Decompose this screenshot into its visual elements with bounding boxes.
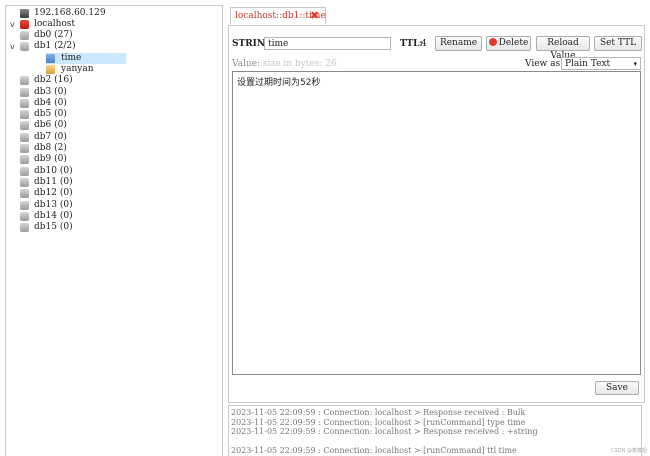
tab-bar: localhost::db1::time ✖ [228, 5, 645, 26]
reload-value-button[interactable]: Reload Value [536, 36, 590, 61]
key-name-input[interactable]: time [264, 37, 391, 50]
database-icon [20, 31, 29, 40]
tree-db-label: db9 (0) [34, 154, 67, 165]
database-icon [20, 121, 29, 131]
database-icon [20, 166, 29, 176]
database-icon [20, 177, 29, 187]
log-line: 2023-11-05 22:09:59 : Connection: localh… [231, 427, 538, 436]
close-icon[interactable]: ✖ [310, 10, 321, 21]
database-icon [20, 87, 29, 97]
database-icon [20, 76, 29, 86]
watermark: CSDN @筱筱姐 [611, 448, 647, 454]
ttl-label: TTL: [400, 39, 423, 49]
tree-db-label: db1 (2/2) [34, 41, 76, 52]
chevron-down-icon[interactable]: v [10, 19, 18, 30]
ttl-value: 4 [421, 39, 427, 49]
delete-icon [488, 38, 497, 46]
dropdown-arrow-icon: ▾ [633, 60, 637, 68]
tree-db-label: db4 (0) [34, 97, 67, 108]
database-icon [20, 155, 29, 165]
tree-db-label: db11 (0) [34, 176, 73, 187]
set-ttl-button[interactable]: Set TTL [594, 36, 642, 51]
tree-key-item[interactable]: yanyan [46, 64, 126, 75]
tree-db-label: db3 (0) [34, 86, 67, 97]
key-icon [46, 53, 55, 63]
delete-button[interactable]: Delete [486, 36, 531, 51]
value-size: size in bytes: 26 [262, 59, 337, 69]
tree-db-label: db10 (0) [34, 165, 73, 176]
tree-key-item[interactable]: time [46, 52, 126, 64]
database-icon [20, 132, 29, 142]
tree-key-label: time [61, 52, 82, 63]
key-icon [46, 64, 55, 74]
view-as-label: View as: [525, 59, 564, 69]
tree-key-label: yanyan [61, 63, 94, 74]
tree-db-label: db14 (0) [34, 210, 73, 221]
tree-db-label: db15 (0) [34, 222, 73, 233]
tree-db-label: db0 (27) [34, 30, 73, 40]
database-icon [20, 98, 29, 108]
tree-db-label: db5 (0) [34, 109, 67, 120]
redis-icon [20, 20, 29, 29]
log-line: 2023-11-05 22:09:59 : Connection: localh… [231, 408, 526, 417]
tree-db-label: db12 (0) [34, 188, 73, 199]
database-icon [20, 42, 29, 52]
main-panel: localhost::db1::time ✖ STRING: time TTL:… [228, 5, 645, 456]
database-icon [20, 223, 29, 233]
value-label: Value: size in bytes: 26 [232, 59, 337, 69]
tree-db-label: db7 (0) [34, 131, 67, 142]
view-as-select[interactable]: Plain Text ▾ [561, 57, 641, 70]
view-as-value: Plain Text [565, 59, 611, 69]
tree-db-label: db13 (0) [34, 199, 73, 210]
server-label: 192.168.60.129 [34, 8, 106, 18]
value-content: 设置过期时间为52秒 [237, 78, 321, 88]
connection-tree: 192.168.60.129 v localhost db0 (27) v db1 … [5, 5, 223, 456]
chevron-down-icon[interactable]: v [10, 41, 18, 52]
value-textarea[interactable]: 设置过期时间为52秒 [232, 71, 641, 375]
connection-label: localhost [34, 19, 76, 29]
database-icon [20, 144, 29, 153]
database-icon [20, 200, 29, 210]
database-icon [20, 110, 29, 120]
console-log[interactable]: 2023-11-05 22:09:59 : Connection: localh… [228, 405, 642, 456]
tab-key-time[interactable]: localhost::db1::time ✖ [230, 7, 326, 25]
server-icon [20, 9, 29, 18]
database-icon [20, 189, 29, 199]
value-label-text: Value: [232, 59, 261, 69]
save-button[interactable]: Save [595, 381, 639, 395]
tree-db-label: db2 (16) [34, 75, 73, 86]
tree-db-label: db6 (0) [34, 120, 67, 131]
delete-label: Delete [498, 38, 529, 48]
log-line: 2023-11-05 22:09:59 : Connection: localh… [231, 417, 526, 427]
database-icon [20, 211, 29, 221]
log-line: 2023-11-05 22:09:59 : Connection: localh… [231, 446, 517, 455]
value-editor: STRING: time TTL: 4 Rename Delete Reload… [228, 26, 645, 403]
tree-db-label: db8 (2) [34, 143, 67, 153]
rename-button[interactable]: Rename [435, 36, 482, 51]
